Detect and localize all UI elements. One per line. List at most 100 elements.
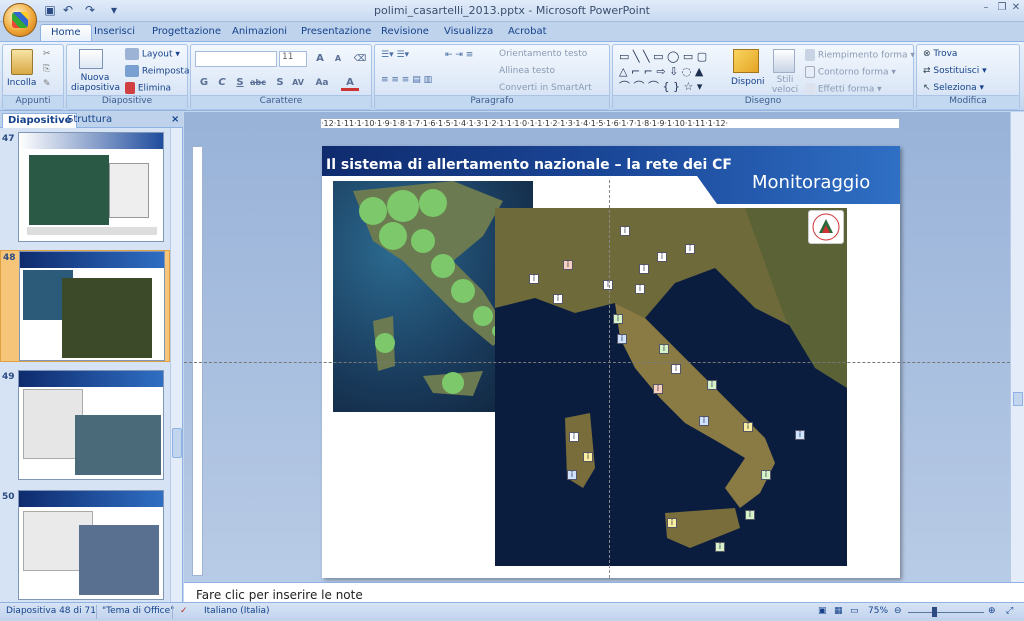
station-marker: ǐ: [569, 432, 579, 442]
font-size-combo[interactable]: 11: [279, 51, 307, 67]
theme-name[interactable]: "Tema di Office": [102, 606, 174, 616]
close-button[interactable]: ✕: [1008, 2, 1024, 16]
font-name-combo[interactable]: [195, 51, 277, 67]
reset-button[interactable]: Reimposta: [125, 65, 189, 77]
arrange-icon: [733, 49, 759, 73]
align-text-button[interactable]: Allinea testo: [499, 66, 555, 76]
tab-visualizza[interactable]: Visualizza: [434, 24, 503, 42]
station-marker: ǐ: [567, 470, 577, 480]
replace-icon: ⇄: [923, 66, 931, 76]
ribbon: Incolla ✂ ⎘ ✎ Appunti Nuova diapositiva …: [0, 41, 1024, 111]
new-slide-icon: [79, 49, 103, 69]
tab-progettazione[interactable]: Progettazione: [142, 24, 231, 42]
station-marker: ǐ: [659, 344, 669, 354]
slide-number: 50: [2, 492, 15, 502]
slideshow-view-icon[interactable]: ▭: [850, 606, 859, 616]
zoom-slider[interactable]: [908, 612, 984, 613]
thumbnail-image: [18, 490, 164, 600]
scroll-thumb[interactable]: [172, 428, 182, 458]
slide-thumbnail[interactable]: 49: [0, 370, 170, 482]
redo-icon[interactable]: ↷: [82, 3, 98, 18]
station-marker: ǐ: [635, 284, 645, 294]
satellite-map-image[interactable]: ǐ ǐ ǐ ǐ ǐ ǐ ǐ ǐ ǐ ǐ ǐ ǐ ǐ ǐ ǐ ǐ ǐ ǐ ǐ ǐ: [495, 208, 847, 566]
paste-button[interactable]: Incolla: [7, 78, 36, 88]
bold-button[interactable]: G: [195, 75, 213, 91]
station-marker: ǐ: [639, 264, 649, 274]
smartart-button[interactable]: Converti in SmartArt: [499, 83, 592, 93]
normal-view-icon[interactable]: ▣: [818, 606, 827, 616]
underline-button[interactable]: S: [231, 75, 249, 91]
tab-acrobat[interactable]: Acrobat: [498, 24, 557, 42]
pane-close-button[interactable]: ×: [166, 113, 184, 128]
slide-thumbnail[interactable]: 50: [0, 490, 170, 602]
station-marker: ǐ: [563, 260, 573, 270]
editor-scrollbar[interactable]: [1010, 112, 1024, 582]
group-appunti: Incolla ✂ ⎘ ✎ Appunti: [2, 44, 64, 110]
shrink-font-button[interactable]: A: [329, 51, 347, 67]
thumbnail-image: [18, 370, 164, 480]
station-marker: ǐ: [715, 542, 725, 552]
tab-revisione[interactable]: Revisione: [371, 24, 439, 42]
sorter-view-icon[interactable]: ▦: [834, 606, 843, 616]
fit-slide-icon[interactable]: ⤢: [1006, 606, 1013, 616]
slide-thumbnail[interactable]: 47: [0, 132, 170, 244]
status-bar: Diapositiva 48 di 71 "Tema di Office" ✓ …: [0, 602, 1024, 621]
shape-outline-button[interactable]: Contorno forma ▾: [805, 66, 896, 78]
delete-slide-button[interactable]: Elimina: [125, 82, 171, 94]
minimize-button[interactable]: –: [978, 2, 994, 16]
fill-icon: [805, 49, 815, 61]
zoom-slider-thumb[interactable]: [932, 607, 937, 617]
zoom-level[interactable]: 75%: [868, 606, 888, 616]
tab-presentazione[interactable]: Presentazione: [291, 24, 381, 42]
office-button[interactable]: [3, 3, 37, 37]
text-direction-button[interactable]: Orientamento testo: [499, 49, 587, 59]
shape-fill-button[interactable]: Riempimento forma ▾: [805, 49, 915, 61]
language-indicator[interactable]: Italiano (Italia): [204, 606, 270, 616]
thumbnail-image: [19, 251, 165, 361]
tab-animazioni[interactable]: Animazioni: [222, 24, 297, 42]
align-icons[interactable]: ≡ ≡ ≡ ▤ ▥: [381, 75, 432, 85]
slide-title[interactable]: Il sistema di allertamento nazionale – l…: [326, 157, 732, 173]
undo-icon[interactable]: ↶: [60, 3, 76, 18]
scroll-thumb[interactable]: [1013, 392, 1023, 406]
clear-format-icon[interactable]: ⌫: [351, 51, 369, 67]
replace-button[interactable]: ⇄ Sostituisci ▾: [923, 66, 987, 76]
italic-button[interactable]: C: [213, 75, 231, 91]
char-spacing-button[interactable]: AV: [289, 75, 307, 91]
shadow-button[interactable]: S: [271, 75, 289, 91]
copy-icon[interactable]: ⎘: [43, 64, 50, 74]
indent-icon[interactable]: ⇤ ⇥ ≡: [445, 50, 473, 60]
cut-icon[interactable]: ✂: [43, 49, 51, 59]
station-marker: ǐ: [743, 422, 753, 432]
save-icon[interactable]: ▣: [42, 3, 58, 18]
horizontal-ruler: ·12·1·11·1·10·1·9·1·8·1·7·1·6·1·5·1·4·1·…: [320, 118, 900, 129]
shape-effects-button[interactable]: Effetti forma ▾: [805, 83, 882, 95]
zoom-out-icon[interactable]: ⊖: [894, 606, 902, 616]
format-painter-icon[interactable]: ✎: [43, 79, 51, 89]
tab-inserisci[interactable]: Inserisci: [84, 24, 145, 42]
station-marker: ǐ: [699, 416, 709, 426]
station-marker: ǐ: [617, 334, 627, 344]
strikethrough-button[interactable]: abc: [249, 75, 267, 91]
zoom-in-icon[interactable]: ⊕: [988, 606, 996, 616]
delete-icon: [125, 82, 135, 94]
arrange-button[interactable]: Disponi: [731, 77, 765, 87]
spelling-icon[interactable]: ✓: [180, 606, 188, 616]
quick-styles-button[interactable]: Stili veloci: [767, 75, 803, 95]
font-color-button[interactable]: A: [341, 75, 359, 91]
shapes-gallery[interactable]: ▭ ╲ ╲ ▭ ◯ ▭ ▢ △ ⌐ ⌐ ⇨ ⇩ ◌ ▲ ⌒ ⌒ ⌒ { } ☆ ▾: [619, 49, 723, 93]
slide-thumbnail-selected[interactable]: 48: [0, 250, 170, 362]
notes-placeholder[interactable]: Fare clic per inserire le note: [196, 588, 363, 602]
tab-struttura[interactable]: Struttura: [62, 113, 117, 128]
grow-font-button[interactable]: A: [311, 51, 329, 67]
change-case-button[interactable]: Aa: [313, 75, 331, 91]
bullets-icon[interactable]: ☰▾ ☰▾: [381, 50, 409, 60]
new-slide-button[interactable]: Nuova diapositiva: [71, 73, 120, 93]
find-button[interactable]: ⊗ Trova: [923, 49, 957, 59]
pane-tabs: Diapositive Struttura ×: [0, 112, 183, 128]
select-button[interactable]: ↖ Seleziona ▾: [923, 83, 984, 93]
pane-scrollbar[interactable]: [170, 128, 182, 602]
notes-pane[interactable]: Fare clic per inserire le note: [184, 582, 1024, 602]
customize-qat-button[interactable]: ▾: [106, 3, 122, 18]
layout-button[interactable]: Layout ▾: [125, 48, 180, 60]
